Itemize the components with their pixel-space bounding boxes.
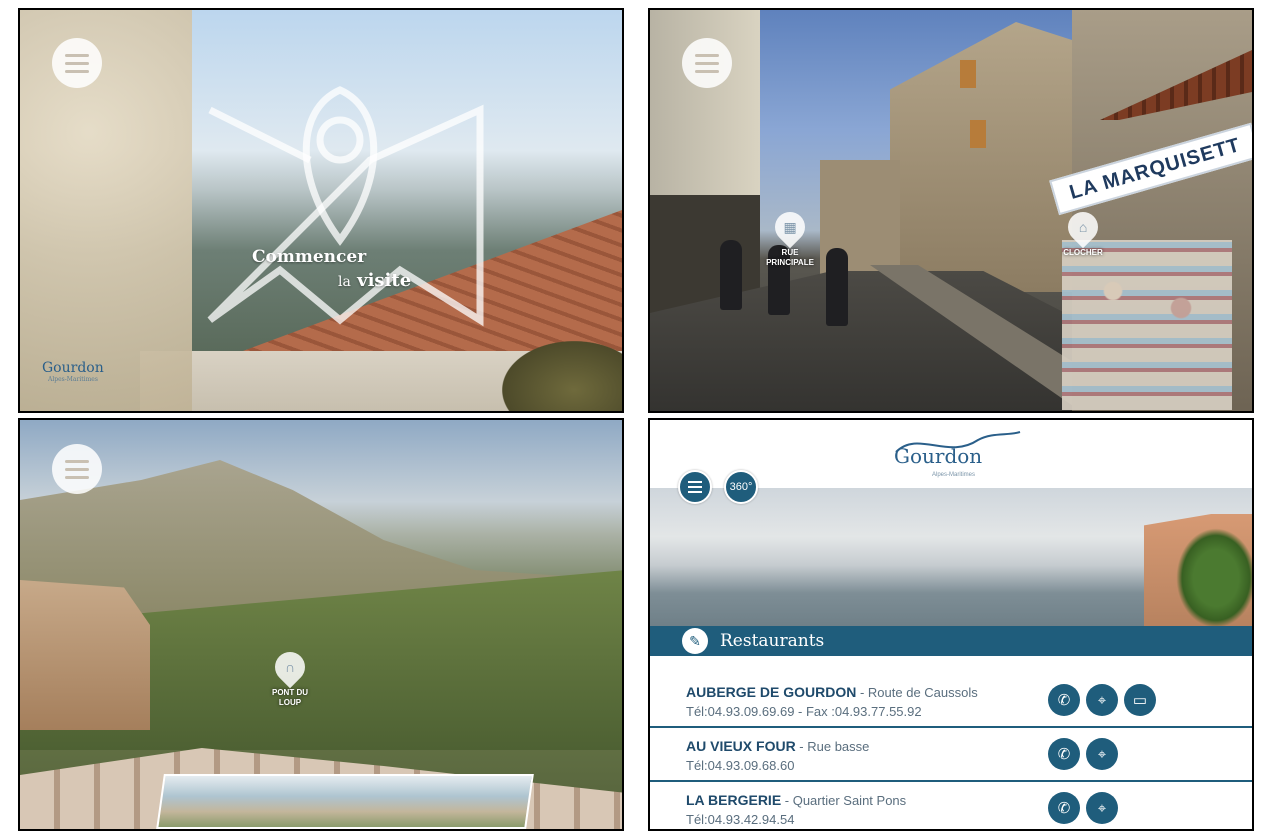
section-title: Restaurants [720, 631, 825, 651]
menu-button[interactable] [682, 38, 732, 88]
start-visit-la: la [338, 274, 351, 290]
view-360-button[interactable]: 360° [724, 470, 758, 504]
menu-button[interactable] [52, 38, 102, 88]
logo-subtitle: Alpes-Maritimes [932, 472, 976, 478]
gourdon-logo: Gourdon Alpes-Maritimes [888, 430, 1028, 482]
bridge-icon: ∩ [268, 645, 312, 689]
name-text: AUBERGE DE GOURDON [686, 684, 857, 700]
menu-bar [695, 69, 719, 73]
hotspot-rue-principale[interactable]: ▦ RUE PRINCIPALE [766, 205, 814, 268]
section-header: ✎ Restaurants [650, 626, 1252, 656]
panorama-map-board [156, 774, 534, 829]
phone-icon[interactable]: ✆ [1048, 684, 1080, 716]
window-shutter [960, 60, 976, 88]
logo-text: Gourdon [894, 444, 983, 468]
map-marker-icon[interactable]: ⌖ [1086, 738, 1118, 770]
menu-bar [65, 61, 89, 65]
hotspot-pont-du-loup[interactable]: ∩ PONT DU LOUP [268, 645, 312, 708]
hotspot-label: PONT DU LOUP [272, 688, 308, 707]
restaurant-phone: Tél:04.93.42.94.54 [686, 812, 795, 827]
restaurant-address: - Rue basse [795, 739, 870, 754]
hamburger-menu-icon [688, 481, 702, 493]
stone-wall [20, 10, 192, 411]
restaurant-phone: Tél:04.93.09.69.69 - Fax :04.93.77.55.92 [686, 704, 922, 719]
panel-street-view: LA MARQUISETT ▦ RUE PRINCIPALE ⌂ CLOCHER [648, 8, 1254, 413]
panel-valley-view: ∩ PONT DU LOUP [18, 418, 624, 831]
pedestrian [720, 240, 742, 310]
bush [502, 341, 622, 411]
menu-bar [695, 61, 719, 65]
restaurant-actions: ✆ ⌖ [1048, 738, 1118, 770]
view-360-icon: 360° [729, 481, 753, 493]
menu-bar [65, 69, 89, 73]
panel-start-visit: Commencer la visite Gourdon Alpes-Mariti… [18, 8, 624, 413]
start-visit-line2: la visite [252, 269, 411, 294]
list-item: LA BERGERIE - Quartier Saint Pons Tél:04… [650, 784, 1252, 829]
list-item: AU VIEUX FOUR - Rue basse Tél:04.93.09.6… [650, 730, 1252, 782]
start-visit-button[interactable]: Commencer la visite [252, 245, 411, 294]
bell-tower-icon: ⌂ [1061, 205, 1105, 249]
menu-bar [65, 459, 89, 463]
map-pin-icon [207, 86, 484, 327]
village-house [20, 580, 150, 730]
restaurant-address: - Route de Caussols [856, 685, 978, 700]
souvenir-stand [1062, 240, 1232, 410]
restaurant-name: AUBERGE DE GOURDON - Route de Caussols [686, 684, 978, 700]
restaurant-name: AU VIEUX FOUR - Rue basse [686, 738, 869, 754]
logo-subtitle: Alpes-Maritimes [48, 376, 98, 383]
street-icon: ▦ [768, 205, 812, 249]
gourdon-logo: Gourdon Alpes-Maritimes [42, 360, 104, 383]
start-visit-line1: Commencer [252, 247, 367, 267]
restaurant-icon: ✎ [682, 628, 708, 654]
name-text: LA BERGERIE [686, 792, 782, 808]
hotspot-clocher[interactable]: ⌂ CLOCHER [1058, 205, 1108, 258]
hero-panorama [650, 488, 1252, 628]
map-marker-icon[interactable]: ⌖ [1086, 684, 1118, 716]
tree [1176, 528, 1252, 628]
restaurant-phone: Tél:04.93.09.68.60 [686, 758, 795, 773]
panel-restaurants: Gourdon Alpes-Maritimes 360° ✎ Restauran… [648, 418, 1254, 831]
menu-bar [65, 53, 89, 57]
restaurant-name: LA BERGERIE - Quartier Saint Pons [686, 792, 906, 808]
name-text: AU VIEUX FOUR [686, 738, 796, 754]
menu-bar [695, 53, 719, 57]
menu-button[interactable] [678, 470, 712, 504]
start-visit-visite: visite [357, 270, 412, 291]
restaurant-address: - Quartier Saint Pons [781, 793, 907, 808]
logo-text: Gourdon [42, 360, 104, 376]
website-icon[interactable]: ▭ [1124, 684, 1156, 716]
menu-bar [65, 475, 89, 479]
hotspot-label: RUE PRINCIPALE [766, 248, 814, 267]
pedestrian [826, 248, 848, 326]
restaurant-actions: ✆ ⌖ [1048, 792, 1118, 824]
phone-icon[interactable]: ✆ [1048, 738, 1080, 770]
screenshot-grid: Commencer la visite Gourdon Alpes-Mariti… [0, 0, 1264, 834]
menu-button[interactable] [52, 444, 102, 494]
hotspot-label: CLOCHER [1063, 248, 1103, 257]
map-marker-icon[interactable]: ⌖ [1086, 792, 1118, 824]
menu-bar [65, 467, 89, 471]
list-item: AUBERGE DE GOURDON - Route de Caussols T… [650, 676, 1252, 728]
phone-icon[interactable]: ✆ [1048, 792, 1080, 824]
window-shutter [970, 120, 986, 148]
restaurant-actions: ✆ ⌖ ▭ [1048, 684, 1156, 716]
